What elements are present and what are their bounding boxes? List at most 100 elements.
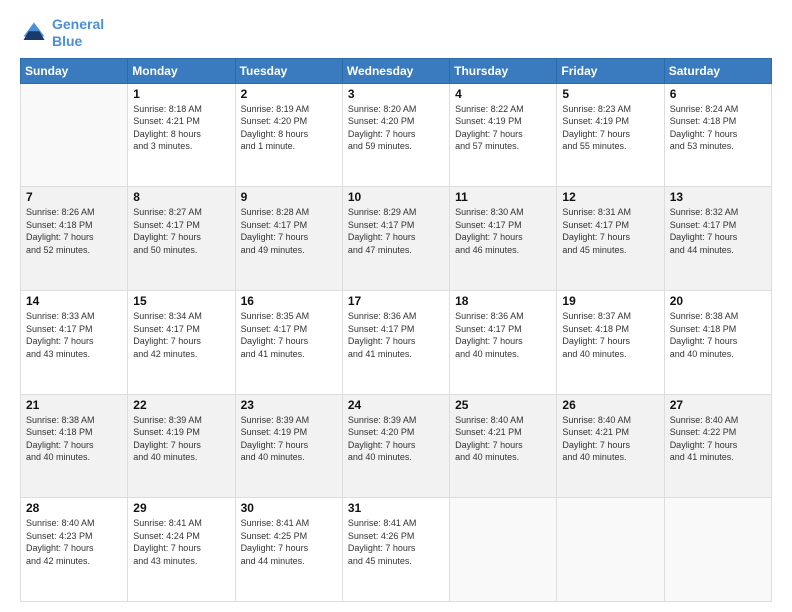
cell-info: Sunrise: 8:40 AMSunset: 4:23 PMDaylight:… bbox=[26, 517, 122, 567]
day-number: 12 bbox=[562, 190, 658, 204]
day-number: 19 bbox=[562, 294, 658, 308]
day-number: 28 bbox=[26, 501, 122, 515]
calendar-cell bbox=[450, 498, 557, 602]
cell-info: Sunrise: 8:31 AMSunset: 4:17 PMDaylight:… bbox=[562, 206, 658, 256]
weekday-header: Monday bbox=[128, 58, 235, 83]
calendar-header-row: SundayMondayTuesdayWednesdayThursdayFrid… bbox=[21, 58, 772, 83]
calendar-cell: 22 Sunrise: 8:39 AMSunset: 4:19 PMDayligh… bbox=[128, 394, 235, 498]
day-number: 26 bbox=[562, 398, 658, 412]
cell-info: Sunrise: 8:39 AMSunset: 4:19 PMDaylight:… bbox=[133, 414, 229, 464]
calendar-cell: 14 Sunrise: 8:33 AMSunset: 4:17 PMDayligh… bbox=[21, 290, 128, 394]
calendar-cell bbox=[664, 498, 771, 602]
day-number: 25 bbox=[455, 398, 551, 412]
day-number: 9 bbox=[241, 190, 337, 204]
calendar-cell: 21Sunrise: 8:38 AMSunset: 4:18 PMDayligh… bbox=[21, 394, 128, 498]
cell-info: Sunrise: 8:28 AMSunset: 4:17 PMDaylight:… bbox=[241, 206, 337, 256]
cell-info: Sunrise: 8:33 AMSunset: 4:17 PMDaylight:… bbox=[26, 310, 122, 360]
calendar-week-row: 14 Sunrise: 8:33 AMSunset: 4:17 PMDayligh… bbox=[21, 290, 772, 394]
calendar-cell: 23 Sunrise: 8:39 AMSunset: 4:19 PMDayligh… bbox=[235, 394, 342, 498]
logo-text: General Blue bbox=[52, 16, 104, 50]
cell-info: Sunrise: 8:26 AMSunset: 4:18 PMDaylight:… bbox=[26, 206, 122, 256]
cell-info: Sunrise: 8:38 AMSunset: 4:18 PMDaylight:… bbox=[670, 310, 766, 360]
cell-info: Sunrise: 8:40 AMSunset: 4:21 PMDaylight:… bbox=[455, 414, 551, 464]
day-number: 6 bbox=[670, 87, 766, 101]
calendar-cell: 28 Sunrise: 8:40 AMSunset: 4:23 PMDayligh… bbox=[21, 498, 128, 602]
day-number: 30 bbox=[241, 501, 337, 515]
weekday-header: Friday bbox=[557, 58, 664, 83]
day-number: 14 bbox=[26, 294, 122, 308]
day-number: 5 bbox=[562, 87, 658, 101]
calendar-week-row: 7 Sunrise: 8:26 AMSunset: 4:18 PMDaylight… bbox=[21, 187, 772, 291]
day-number: 16 bbox=[241, 294, 337, 308]
cell-info: Sunrise: 8:22 AMSunset: 4:19 PMDaylight:… bbox=[455, 103, 551, 153]
cell-info: Sunrise: 8:40 AMSunset: 4:21 PMDaylight:… bbox=[562, 414, 658, 464]
calendar-cell: 13 Sunrise: 8:32 AMSunset: 4:17 PMDayligh… bbox=[664, 187, 771, 291]
cell-info: Sunrise: 8:36 AMSunset: 4:17 PMDaylight:… bbox=[455, 310, 551, 360]
cell-info: Sunrise: 8:35 AMSunset: 4:17 PMDaylight:… bbox=[241, 310, 337, 360]
day-number: 23 bbox=[241, 398, 337, 412]
cell-info: Sunrise: 8:34 AMSunset: 4:17 PMDaylight:… bbox=[133, 310, 229, 360]
day-number: 7 bbox=[26, 190, 122, 204]
calendar-week-row: 1Sunrise: 8:18 AMSunset: 4:21 PMDaylight… bbox=[21, 83, 772, 187]
day-number: 31 bbox=[348, 501, 444, 515]
cell-info: Sunrise: 8:39 AMSunset: 4:19 PMDaylight:… bbox=[241, 414, 337, 464]
calendar-cell: 19 Sunrise: 8:37 AMSunset: 4:18 PMDayligh… bbox=[557, 290, 664, 394]
cell-info: Sunrise: 8:37 AMSunset: 4:18 PMDaylight:… bbox=[562, 310, 658, 360]
cell-info: Sunrise: 8:41 AMSunset: 4:25 PMDaylight:… bbox=[241, 517, 337, 567]
calendar-cell: 10 Sunrise: 8:29 AMSunset: 4:17 PMDayligh… bbox=[342, 187, 449, 291]
calendar-table: SundayMondayTuesdayWednesdayThursdayFrid… bbox=[20, 58, 772, 602]
page-header: General Blue bbox=[20, 16, 772, 50]
cell-info: Sunrise: 8:36 AMSunset: 4:17 PMDaylight:… bbox=[348, 310, 444, 360]
cell-info: Sunrise: 8:29 AMSunset: 4:17 PMDaylight:… bbox=[348, 206, 444, 256]
calendar-cell: 17 Sunrise: 8:36 AMSunset: 4:17 PMDayligh… bbox=[342, 290, 449, 394]
cell-info: Sunrise: 8:41 AMSunset: 4:26 PMDaylight:… bbox=[348, 517, 444, 567]
cell-info: Sunrise: 8:23 AMSunset: 4:19 PMDaylight:… bbox=[562, 103, 658, 153]
day-number: 24 bbox=[348, 398, 444, 412]
day-number: 20 bbox=[670, 294, 766, 308]
logo: General Blue bbox=[20, 16, 104, 50]
calendar-cell: 1Sunrise: 8:18 AMSunset: 4:21 PMDaylight… bbox=[128, 83, 235, 187]
calendar-cell: 31 Sunrise: 8:41 AMSunset: 4:26 PMDayligh… bbox=[342, 498, 449, 602]
day-number: 27 bbox=[670, 398, 766, 412]
cell-info: Sunrise: 8:20 AMSunset: 4:20 PMDaylight:… bbox=[348, 103, 444, 153]
day-number: 15 bbox=[133, 294, 229, 308]
day-number: 13 bbox=[670, 190, 766, 204]
calendar-cell: 6Sunrise: 8:24 AMSunset: 4:18 PMDaylight… bbox=[664, 83, 771, 187]
day-number: 29 bbox=[133, 501, 229, 515]
calendar-cell: 3 Sunrise: 8:20 AMSunset: 4:20 PMDaylight… bbox=[342, 83, 449, 187]
day-number: 21 bbox=[26, 398, 122, 412]
calendar-cell bbox=[21, 83, 128, 187]
weekday-header: Tuesday bbox=[235, 58, 342, 83]
calendar-cell: 7 Sunrise: 8:26 AMSunset: 4:18 PMDaylight… bbox=[21, 187, 128, 291]
cell-info: Sunrise: 8:32 AMSunset: 4:17 PMDaylight:… bbox=[670, 206, 766, 256]
cell-info: Sunrise: 8:41 AMSunset: 4:24 PMDaylight:… bbox=[133, 517, 229, 567]
cell-info: Sunrise: 8:40 AMSunset: 4:22 PMDaylight:… bbox=[670, 414, 766, 464]
calendar-cell: 26 Sunrise: 8:40 AMSunset: 4:21 PMDayligh… bbox=[557, 394, 664, 498]
day-number: 3 bbox=[348, 87, 444, 101]
day-number: 10 bbox=[348, 190, 444, 204]
day-number: 22 bbox=[133, 398, 229, 412]
calendar-week-row: 21Sunrise: 8:38 AMSunset: 4:18 PMDayligh… bbox=[21, 394, 772, 498]
calendar-cell: 12 Sunrise: 8:31 AMSunset: 4:17 PMDayligh… bbox=[557, 187, 664, 291]
day-number: 8 bbox=[133, 190, 229, 204]
calendar-cell: 29 Sunrise: 8:41 AMSunset: 4:24 PMDayligh… bbox=[128, 498, 235, 602]
weekday-header: Sunday bbox=[21, 58, 128, 83]
cell-info: Sunrise: 8:30 AMSunset: 4:17 PMDaylight:… bbox=[455, 206, 551, 256]
weekday-header: Wednesday bbox=[342, 58, 449, 83]
calendar-cell: 8Sunrise: 8:27 AMSunset: 4:17 PMDaylight… bbox=[128, 187, 235, 291]
day-number: 2 bbox=[241, 87, 337, 101]
day-number: 17 bbox=[348, 294, 444, 308]
calendar-cell: 16 Sunrise: 8:35 AMSunset: 4:17 PMDayligh… bbox=[235, 290, 342, 394]
calendar-cell: 5 Sunrise: 8:23 AMSunset: 4:19 PMDaylight… bbox=[557, 83, 664, 187]
logo-icon bbox=[20, 19, 48, 47]
cell-info: Sunrise: 8:19 AMSunset: 4:20 PMDaylight:… bbox=[241, 103, 337, 153]
calendar-cell: 24Sunrise: 8:39 AMSunset: 4:20 PMDayligh… bbox=[342, 394, 449, 498]
calendar-cell: 9 Sunrise: 8:28 AMSunset: 4:17 PMDaylight… bbox=[235, 187, 342, 291]
calendar-cell: 2 Sunrise: 8:19 AMSunset: 4:20 PMDaylight… bbox=[235, 83, 342, 187]
weekday-header: Saturday bbox=[664, 58, 771, 83]
calendar-cell: 4 Sunrise: 8:22 AMSunset: 4:19 PMDaylight… bbox=[450, 83, 557, 187]
calendar-cell: 25 Sunrise: 8:40 AMSunset: 4:21 PMDayligh… bbox=[450, 394, 557, 498]
calendar-cell: 30 Sunrise: 8:41 AMSunset: 4:25 PMDayligh… bbox=[235, 498, 342, 602]
day-number: 18 bbox=[455, 294, 551, 308]
day-number: 4 bbox=[455, 87, 551, 101]
